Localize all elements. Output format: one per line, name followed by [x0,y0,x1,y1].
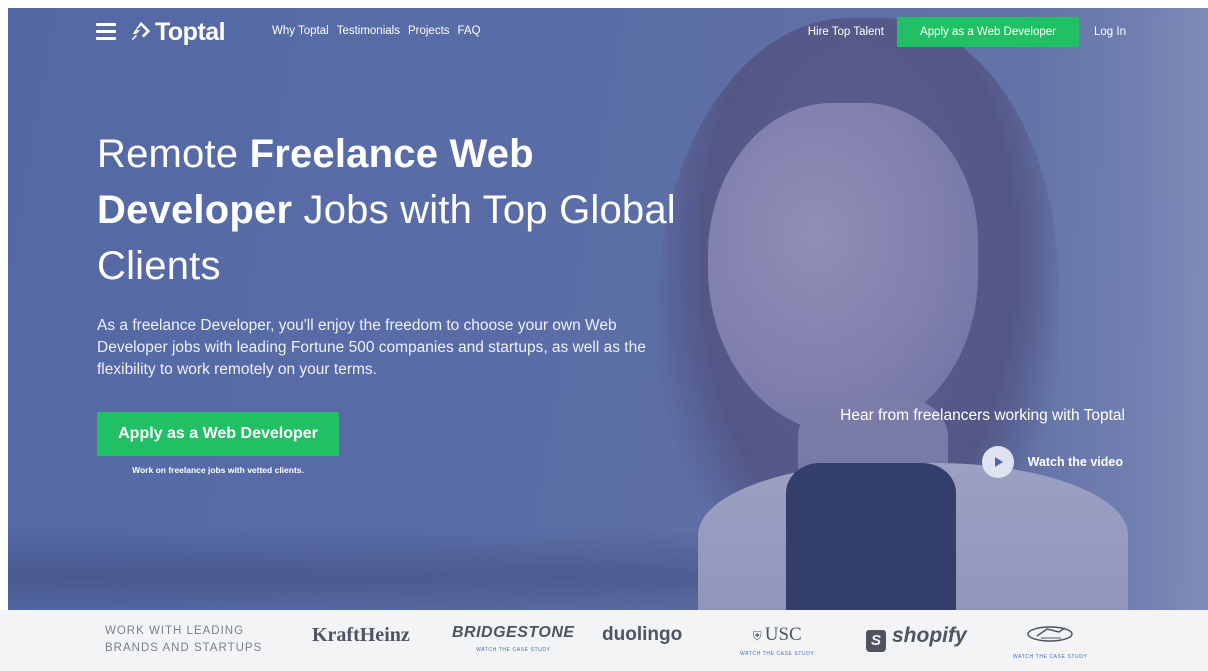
brand-cavaliers[interactable]: WATCH THE CASE STUDY [1013,624,1087,660]
brand-usc-logo: ⛨ USC [752,624,802,645]
top-nav: Toptal Why Toptal Testimonials Projects … [96,8,1126,56]
brands-title: WORK WITH LEADING BRANDS AND STARTUPS [105,625,263,654]
brand-bridgestone-logo: BRIDGESTONE [452,624,575,641]
toptal-logo-icon [131,21,151,41]
logo-text: Toptal [155,17,226,46]
nav-link-faq[interactable]: FAQ [458,25,481,37]
shopify-bag-icon: S [866,630,886,652]
watch-video-label: Watch the video [1027,455,1123,469]
hero-headline: Remote Freelance Web Developer Jobs with… [97,132,676,288]
case-study-link[interactable]: WATCH THE CASE STUDY [452,647,575,653]
apply-hero-button[interactable]: Apply as a Web Developer [97,412,339,456]
brand-duolingo-logo: duolingo [602,624,683,645]
video-heading: Hear from freelancers working with Topta… [840,407,1125,424]
cavaliers-logo-icon [1027,626,1073,642]
nav-link-why-toptal[interactable]: Why Toptal [272,25,329,37]
brand-duolingo: duolingo [602,624,682,646]
brand-bridgestone[interactable]: BRIDGESTONE WATCH THE CASE STUDY [452,624,575,653]
nav-link-projects[interactable]: Projects [408,25,450,37]
hire-top-talent-link[interactable]: Hire Top Talent [808,26,884,38]
brand-usc[interactable]: ⛨ USC WATCH THE CASE STUDY [740,624,814,657]
nav-link-testimonials[interactable]: Testimonials [337,25,400,37]
nav-links: Why Toptal Testimonials Projects FAQ [272,25,481,37]
play-icon [981,446,1014,478]
case-study-link[interactable]: WATCH THE CASE STUDY [740,651,814,657]
nav-right: Hire Top Talent Apply as a Web Developer… [808,17,1126,47]
case-study-link[interactable]: WATCH THE CASE STUDY [1013,654,1087,660]
hero-overlay [8,8,1208,610]
watch-video-button[interactable]: Watch the video [981,446,1123,478]
brand-kraftheinz-logo: KraftHeinz [312,624,410,646]
cta-note: Work on freelance jobs with vetted clien… [132,465,304,475]
hero-section [8,8,1208,610]
apply-header-button[interactable]: Apply as a Web Developer [897,17,1080,47]
brand-shopify-logo: Sshopify [866,624,967,652]
usc-shield-icon: ⛨ [752,629,765,643]
login-link[interactable]: Log In [1094,26,1126,38]
brand-kraftheinz: KraftHeinz [312,624,410,647]
brand-shopify: Sshopify [866,624,967,652]
brands-strip: WORK WITH LEADING BRANDS AND STARTUPS Kr… [0,610,1208,671]
toptal-logo[interactable]: Toptal [130,16,226,48]
hamburger-menu-icon[interactable] [96,23,116,40]
hero-subtitle: As a freelance Developer, you'll enjoy t… [97,317,646,378]
